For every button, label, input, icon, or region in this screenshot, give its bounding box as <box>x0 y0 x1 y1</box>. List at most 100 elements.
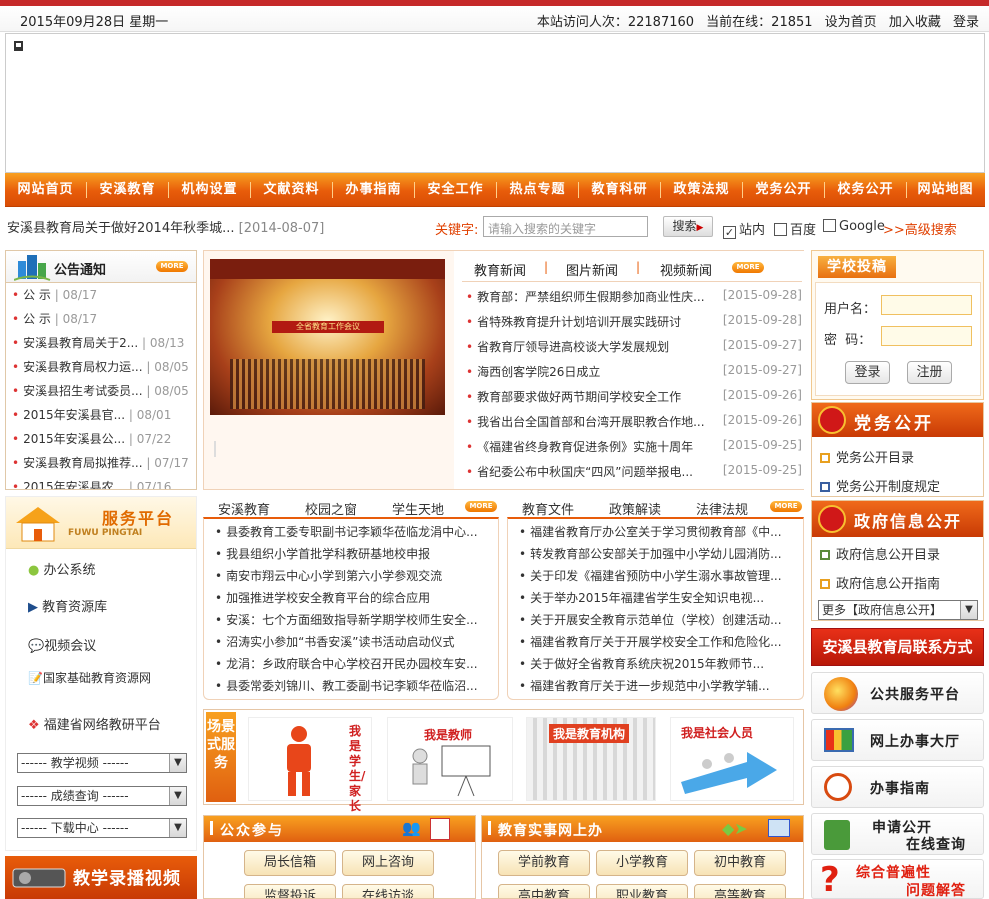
checkbox-icon[interactable] <box>823 219 836 232</box>
list-item[interactable]: • 转发教育部公安部关于加强中小学幼儿园消防... <box>519 543 799 565</box>
tab-education-news[interactable]: 教育新闻 <box>474 260 526 279</box>
list-item[interactable]: • 省纪委公布中秋国庆“四风”问题举报电... [2015-09-25] <box>466 463 802 488</box>
list-item[interactable]: • 安溪县教育局权力运... | 08/05 <box>12 359 194 383</box>
list-item[interactable]: • 教育部要求做好两节期间学校安全工作 [2015-09-26] <box>466 388 802 413</box>
faq-button[interactable]: ? 综合普遍性 问题解答 <box>811 859 984 899</box>
tab-policy-interpretation[interactable]: 政策解读 <box>609 499 661 518</box>
primary-school-button[interactable]: 小学教育 <box>596 850 688 876</box>
ticker-text[interactable]: 安溪县教育局关于做好2014年秋季城... <box>7 221 234 236</box>
list-item[interactable]: • 安溪县教育局拟推荐... | 07/17 <box>12 455 194 479</box>
list-item[interactable]: • 沼涛实小参加“书香安溪”读书活动启动仪式 <box>215 631 493 653</box>
list-item[interactable]: • 福建省教育厅办公室关于学习贯彻教育部《中... <box>519 521 799 543</box>
director-mailbox-button[interactable]: 局长信箱 <box>244 850 336 876</box>
party-rules-link[interactable]: 党务公开制度规定 <box>820 476 940 495</box>
list-item[interactable]: • 省教育厅领导进高校谈大学发展规划 [2015-09-27] <box>466 338 802 363</box>
nav-party-affairs[interactable]: 党务公开 <box>743 173 824 207</box>
video-conference-link[interactable]: 💬视频会议 <box>28 635 96 654</box>
office-system-link[interactable]: ● 办公系统 <box>28 559 96 578</box>
national-resource-link[interactable]: 📝国家基础教育资源网 <box>28 669 151 686</box>
tab-video-news[interactable]: 视频新闻 <box>660 260 712 279</box>
list-item[interactable]: • 关于举办2015年福建省学生安全知识电视... <box>519 587 799 609</box>
list-item[interactable]: • 省特殊教育提升计划培训开展实践研讨 [2015-09-28] <box>466 313 802 338</box>
list-item[interactable]: • 关于做好全省教育系统庆祝2015年教师节... <box>519 653 799 675</box>
gov-guide-link[interactable]: 政府信息公开指南 <box>820 573 940 592</box>
resource-library-link[interactable]: ▶ 教育资源库 <box>28 596 107 615</box>
teaching-video-select[interactable]: ------ 教学视频 ------ ▼ <box>17 753 187 773</box>
junior-high-button[interactable]: 初中教育 <box>694 850 786 876</box>
list-item[interactable]: • 关于印发《福建省预防中小学生溺水事故管理... <box>519 565 799 587</box>
card-teacher[interactable]: 我是教师 <box>387 717 513 801</box>
add-favorite-link[interactable]: 加入收藏 <box>889 15 941 30</box>
list-item[interactable]: • 关于开展安全教育示范单位（学校）创建活动... <box>519 609 799 631</box>
supervision-complaint-button[interactable]: 监督投诉 <box>244 884 336 898</box>
nav-policy[interactable]: 政策法规 <box>661 173 742 207</box>
nav-sitemap[interactable]: 网站地图 <box>905 173 986 207</box>
nav-hot-topics[interactable]: 热点专题 <box>497 173 578 207</box>
option-google[interactable]: Google <box>823 219 885 234</box>
list-item[interactable]: • 《福建省终身教育促进条例》实施十周年 [2015-09-25] <box>466 438 802 463</box>
notice-more-button[interactable]: MORE <box>156 261 188 272</box>
docs-more-button[interactable]: MORE <box>770 501 802 512</box>
download-center-select[interactable]: ------ 下载中心 ------ ▼ <box>17 818 187 838</box>
list-item[interactable]: • 县委常委刘锦川、教工委副书记李颖华莅临沼... <box>215 675 493 697</box>
search-input[interactable]: 请输入搜索的关键字 <box>483 216 648 237</box>
online-hall-button[interactable]: 网上办事大厅 <box>811 719 984 761</box>
list-item[interactable]: • 龙涓：乡政府联合中心学校召开民办园校车安... <box>215 653 493 675</box>
login-button[interactable]: 登录 <box>845 361 890 384</box>
list-item[interactable]: • 2015年安溪县农... | 07/16 <box>12 479 194 489</box>
checkbox-icon[interactable] <box>774 223 787 236</box>
username-input[interactable] <box>881 295 972 315</box>
option-site[interactable]: ✓ 站内 <box>723 219 765 239</box>
nav-organization[interactable]: 机构设置 <box>169 173 250 207</box>
tab-student-world[interactable]: 学生天地 <box>392 499 444 518</box>
tab-laws[interactable]: 法律法规 <box>696 499 748 518</box>
fujian-platform-link[interactable]: ❖ 福建省网络教研平台 <box>28 714 161 733</box>
list-item[interactable]: • 我县组织小学首批学科教研基地校申报 <box>215 543 493 565</box>
list-item[interactable]: • 加强推进学校安全教育平台的综合应用 <box>215 587 493 609</box>
list-item[interactable]: • 安溪县招生考试委员... | 08/05 <box>12 383 194 407</box>
set-home-link[interactable]: 设为首页 <box>825 15 877 30</box>
nav-documents[interactable]: 文献资料 <box>251 173 332 207</box>
news-more-button[interactable]: MORE <box>732 262 764 273</box>
ticker-news[interactable]: 安溪县教育局关于做好2014年秋季城... [2014-08-07] <box>7 217 324 236</box>
gov-more-select[interactable]: 更多【政府信息公开】 ▼ <box>818 600 978 620</box>
card-public[interactable]: 我是社会人员 <box>670 717 794 801</box>
list-item[interactable]: • 教育部：严禁组织师生假期参加商业性庆... [2015-09-28] <box>466 288 802 313</box>
checkbox-checked-icon[interactable]: ✓ <box>723 226 736 239</box>
list-item[interactable]: • 2015年安溪县官... | 08/01 <box>12 407 194 431</box>
anxi-more-button[interactable]: MORE <box>465 501 497 512</box>
online-interview-button[interactable]: 在线访谈 <box>342 884 434 898</box>
list-item[interactable]: • 我省出台全国首部和台湾开展职教合作地... [2015-09-26] <box>466 413 802 438</box>
list-item[interactable]: • 公 示 | 08/17 <box>12 287 194 311</box>
teaching-video-banner[interactable]: 教学录播视频 <box>5 856 197 899</box>
search-button[interactable]: 搜索▶ <box>663 216 713 237</box>
list-item[interactable]: • 安溪县教育局关于2... | 08/13 <box>12 335 194 359</box>
guide-button[interactable]: 办事指南 <box>811 766 984 808</box>
register-button[interactable]: 注册 <box>907 361 952 384</box>
advanced-search-link[interactable]: >>高级搜索 <box>883 219 957 238</box>
gov-catalog-link[interactable]: 政府信息公开目录 <box>820 544 940 563</box>
nav-safety[interactable]: 安全工作 <box>415 173 496 207</box>
nav-guide[interactable]: 办事指南 <box>333 173 414 207</box>
public-service-platform-button[interactable]: 公共服务平台 <box>811 672 984 714</box>
higher-education-button[interactable]: 高等教育 <box>694 884 786 898</box>
tab-campus-window[interactable]: 校园之窗 <box>305 499 357 518</box>
nav-home[interactable]: 网站首页 <box>5 173 86 207</box>
card-institution[interactable]: 我是教育机构 <box>526 717 656 801</box>
login-link[interactable]: 登录 <box>953 15 979 30</box>
tab-anxi-education[interactable]: 安溪教育 <box>218 499 270 518</box>
list-item[interactable]: • 海西创客学院26日成立 [2015-09-27] <box>466 363 802 388</box>
list-item[interactable]: • 福建省教育厅关于进一步规范中小学教学辅... <box>519 675 799 697</box>
option-baidu[interactable]: 百度 <box>774 219 816 238</box>
card-student-parent[interactable]: 我是学生/家长 <box>248 717 372 813</box>
password-input[interactable] <box>881 326 972 346</box>
nav-research[interactable]: 教育科研 <box>579 173 660 207</box>
news-photo[interactable]: 全省教育工作会议 <box>210 259 445 415</box>
preschool-button[interactable]: 学前教育 <box>498 850 590 876</box>
nav-school-affairs[interactable]: 校务公开 <box>825 173 906 207</box>
list-item[interactable]: • 安溪：七个方面细致指导新学期学校师生安全... <box>215 609 493 631</box>
online-consult-button[interactable]: 网上咨询 <box>342 850 434 876</box>
list-item[interactable]: • 县委教育工委专职副书记李颖华莅临龙涓中心... <box>215 521 493 543</box>
list-item[interactable]: • 2015年安溪县公... | 07/22 <box>12 431 194 455</box>
list-item[interactable]: • 南安市翔云中心小学到第六小学参观交流 <box>215 565 493 587</box>
